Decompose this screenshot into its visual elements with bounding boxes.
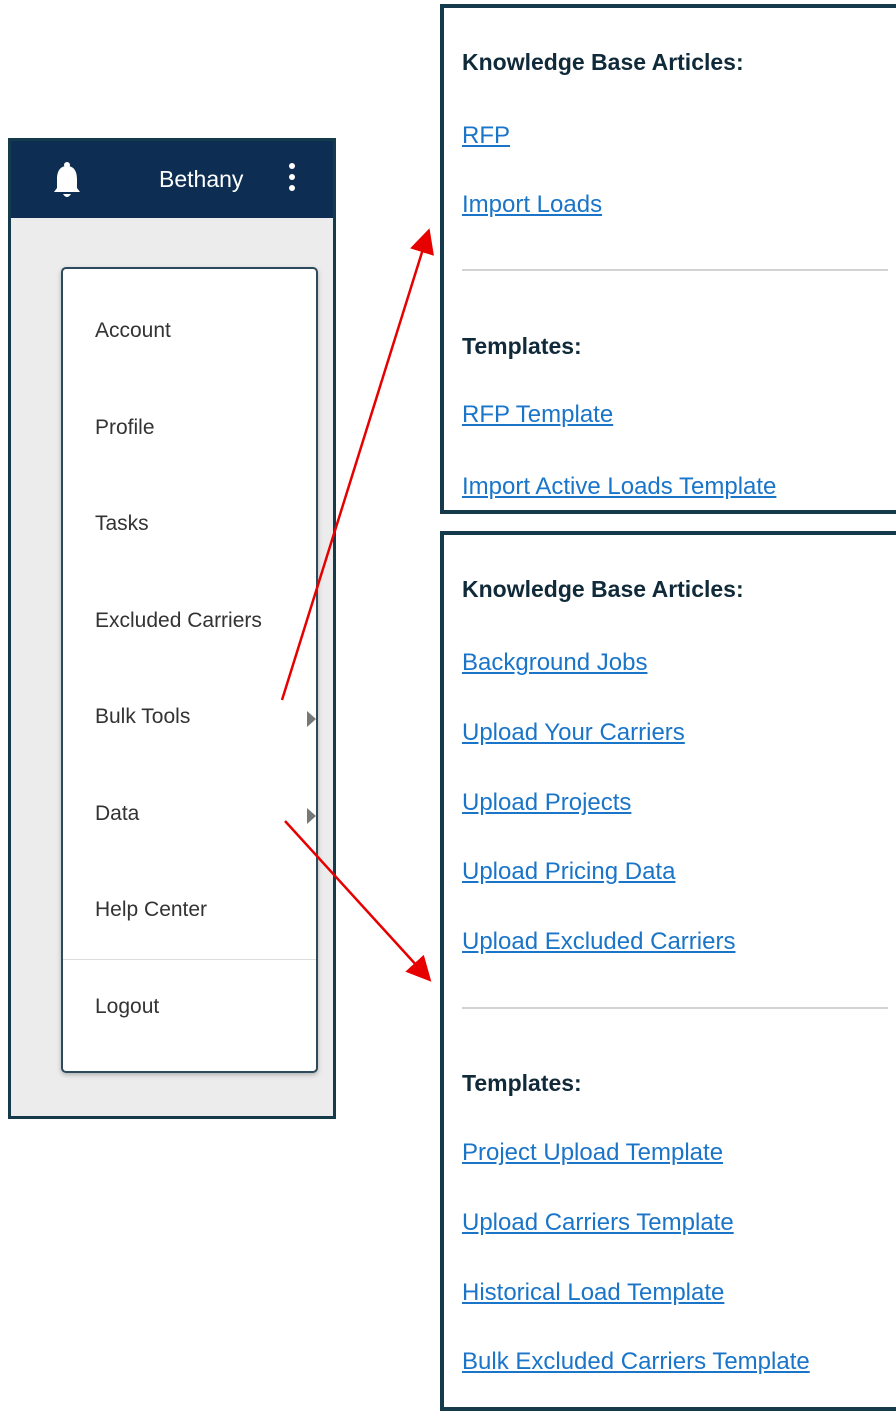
menu-item-profile[interactable]: Profile: [95, 416, 305, 440]
menu-item-help-center[interactable]: Help Center: [95, 898, 305, 922]
menu-item-tasks[interactable]: Tasks: [95, 512, 305, 536]
kb-link-background-jobs[interactable]: Background Jobs: [462, 649, 647, 677]
template-link-project-upload[interactable]: Project Upload Template: [462, 1139, 723, 1167]
kb-link-upload-projects[interactable]: Upload Projects: [462, 789, 631, 817]
menu-item-label: Tasks: [95, 512, 149, 535]
menu-item-excluded-carriers[interactable]: Excluded Carriers: [95, 609, 305, 633]
menu-item-data[interactable]: Data: [95, 802, 316, 826]
kb-link-upload-pricing-data[interactable]: Upload Pricing Data: [462, 858, 675, 886]
menu-item-label: Profile: [95, 416, 155, 439]
bell-icon[interactable]: [52, 161, 82, 201]
kb-link-upload-excluded-carriers[interactable]: Upload Excluded Carriers: [462, 928, 735, 956]
kb-heading: Knowledge Base Articles:: [462, 49, 744, 75]
section-divider: [462, 269, 888, 271]
app-window: Bethany Account Profile Tasks Excluded C…: [8, 138, 336, 1119]
menu-item-account[interactable]: Account: [95, 319, 305, 343]
username-label[interactable]: Bethany: [159, 166, 243, 193]
menu-divider: [63, 959, 316, 960]
menu-item-label: Data: [95, 802, 140, 825]
templates-heading: Templates:: [462, 333, 582, 359]
section-divider: [462, 1007, 888, 1009]
user-dropdown-menu: Account Profile Tasks Excluded Carriers …: [61, 267, 318, 1073]
kb-link-rfp[interactable]: RFP: [462, 122, 510, 150]
menu-item-label: Bulk Tools: [95, 705, 191, 728]
bulk-tools-callout: Knowledge Base Articles: RFP Import Load…: [440, 4, 896, 514]
caret-right-icon: [307, 808, 316, 824]
kb-link-import-loads[interactable]: Import Loads: [462, 191, 602, 219]
menu-item-label: Help Center: [95, 898, 208, 921]
caret-right-icon: [307, 711, 316, 727]
menu-item-label: Account: [95, 319, 171, 342]
menu-item-label: Logout: [95, 995, 160, 1018]
kebab-menu-icon[interactable]: [287, 163, 297, 199]
menu-item-label: Excluded Carriers: [95, 609, 262, 632]
menu-item-bulk-tools[interactable]: Bulk Tools: [95, 705, 316, 729]
templates-heading: Templates:: [462, 1070, 582, 1096]
template-link-upload-carriers[interactable]: Upload Carriers Template: [462, 1209, 734, 1237]
template-link-rfp[interactable]: RFP Template: [462, 401, 613, 429]
template-link-bulk-excluded-carriers[interactable]: Bulk Excluded Carriers Template: [462, 1348, 810, 1376]
kb-link-upload-your-carriers[interactable]: Upload Your Carriers: [462, 719, 685, 747]
template-link-historical-load[interactable]: Historical Load Template: [462, 1279, 724, 1307]
template-link-import-active-loads[interactable]: Import Active Loads Template: [462, 473, 776, 501]
top-bar: Bethany: [11, 141, 333, 218]
menu-item-logout[interactable]: Logout: [95, 995, 305, 1019]
data-callout: Knowledge Base Articles: Background Jobs…: [440, 531, 896, 1411]
kb-heading: Knowledge Base Articles:: [462, 576, 744, 602]
